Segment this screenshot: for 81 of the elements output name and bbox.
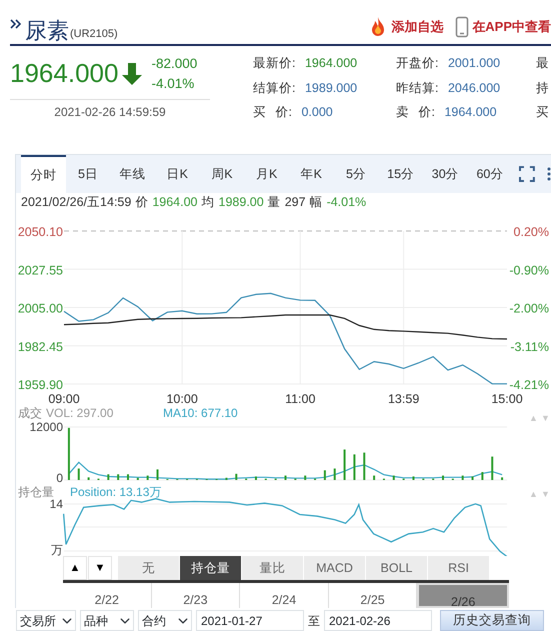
end-date-field[interactable]: 2021-02-26 (324, 610, 432, 631)
volume-axis-label: 12000 (30, 420, 63, 434)
indicator-tab[interactable]: 持仓量 (180, 556, 242, 580)
period-tab[interactable]: 年K (288, 155, 334, 193)
period-tab[interactable]: 30分 (422, 155, 468, 193)
quote-field: 昨结算: 2046.000 (396, 78, 536, 103)
add-watchlist-link[interactable]: 添加自选 (368, 16, 444, 38)
quote-field: 最 (536, 54, 550, 78)
info-value: -4.01% (326, 194, 366, 211)
price-axis-label: 1982.45 (18, 340, 63, 354)
period-tab[interactable]: 5日 (66, 155, 110, 193)
period-tab[interactable]: 周K (200, 155, 244, 193)
price-axis-label: 1959.90 (18, 378, 63, 392)
info-label: 均 (202, 194, 215, 211)
period-tab[interactable]: 日K (154, 155, 200, 193)
info-label: 幅 (310, 194, 323, 211)
quote-field: 开盘价: 2001.000 (396, 54, 536, 78)
move-up-button[interactable]: ▲ (63, 556, 87, 580)
info-value: 1964.00 (152, 194, 198, 211)
position-reading: Position: 13.13万 (70, 485, 162, 499)
scroll-down-icon: ▼ (541, 413, 550, 423)
info-label: 2021/02/26/五14:59 (21, 194, 132, 211)
percent-axis-label: -4.21% (509, 378, 549, 392)
filter-dropdown[interactable]: 品种 (80, 610, 134, 631)
volume-axis-label: 0 (56, 471, 63, 485)
last-price: 1964.000 (10, 59, 118, 88)
period-tab[interactable]: 月K (244, 155, 289, 193)
percent-axis-label: -3.11% (510, 340, 549, 354)
percent-axis-label: -0.90% (509, 263, 549, 278)
position-axis-label: 万 (51, 543, 63, 556)
price-axis-label: 2050.10 (18, 225, 63, 239)
quote-field: 卖 价: 1964.000 (396, 103, 536, 128)
scroll-up-icon: ▲ (529, 489, 538, 499)
period-tab[interactable]: 60分 (468, 155, 512, 193)
info-label: 297 (284, 194, 306, 211)
filter-dropdown[interactable]: 合约 (138, 610, 192, 631)
indicator-tab[interactable]: 无 (118, 556, 180, 580)
date-range-tab[interactable]: 2/26 (417, 583, 509, 608)
percent-change: -4.01% (151, 74, 196, 93)
indicator-tab[interactable]: MACD (304, 556, 366, 580)
quote-field: 结算价: 1989.000 (253, 78, 396, 103)
quote-field: 最新价: 1964.000 (253, 54, 396, 78)
info-label: 量 (268, 194, 281, 211)
quote-field: 买 价: 0.000 (253, 103, 396, 128)
open-app-link[interactable]: 在APP中查看 (455, 16, 551, 38)
pane-label: 成交 (18, 407, 42, 420)
info-value: 1989.00 (218, 194, 264, 211)
page-title: 尿素 (25, 20, 69, 42)
volume-reading: VOL: 297.00 (46, 407, 114, 420)
quote-time: 2021-02-26 14:59:59 (10, 99, 210, 122)
ma10-reading: MA10: 677.10 (163, 407, 238, 420)
period-tab[interactable]: 5分 (334, 155, 378, 193)
price-axis-label: 2027.55 (18, 263, 63, 278)
scroll-up-icon: ▲ (529, 413, 538, 423)
quote-field: 持 (536, 78, 550, 103)
info-label: 价 (135, 194, 148, 211)
price-change: -82.000 (151, 55, 198, 73)
start-date-field[interactable]: 2021-01-27 (196, 610, 304, 631)
indicator-tab[interactable]: BOLL (366, 556, 428, 580)
indicator-tab[interactable]: 量比 (242, 556, 304, 580)
time-axis-label: 09:00 (48, 392, 80, 406)
scroll-down-icon: ▼ (541, 489, 550, 499)
percent-axis-label: -2.00% (509, 302, 549, 316)
move-down-button[interactable]: ▼ (88, 556, 112, 580)
time-axis-label: 15:00 (491, 392, 523, 406)
pane-label: 持仓量 (18, 485, 54, 499)
position-axis-label: 14 (50, 497, 63, 511)
time-axis-label: 13:59 (388, 392, 420, 406)
contract-code: (UR2105) (70, 26, 118, 42)
period-tab[interactable]: 年线 (110, 155, 155, 193)
history-query-button[interactable]: 历史交易查询 (440, 610, 544, 631)
period-tab[interactable]: 分时 (21, 155, 66, 193)
indicator-tab[interactable]: RSI (428, 556, 490, 580)
time-axis-label: 10:00 (166, 392, 198, 406)
price-axis-label: 2005.00 (18, 302, 63, 316)
filter-dropdown[interactable]: 交易所 (16, 610, 76, 631)
period-tab[interactable]: 15分 (378, 155, 423, 193)
time-axis-label: 11:00 (285, 392, 316, 406)
percent-axis-label: 0.20% (514, 225, 549, 239)
range-label: 至 (308, 612, 320, 630)
quote-field: 买 (536, 103, 550, 128)
